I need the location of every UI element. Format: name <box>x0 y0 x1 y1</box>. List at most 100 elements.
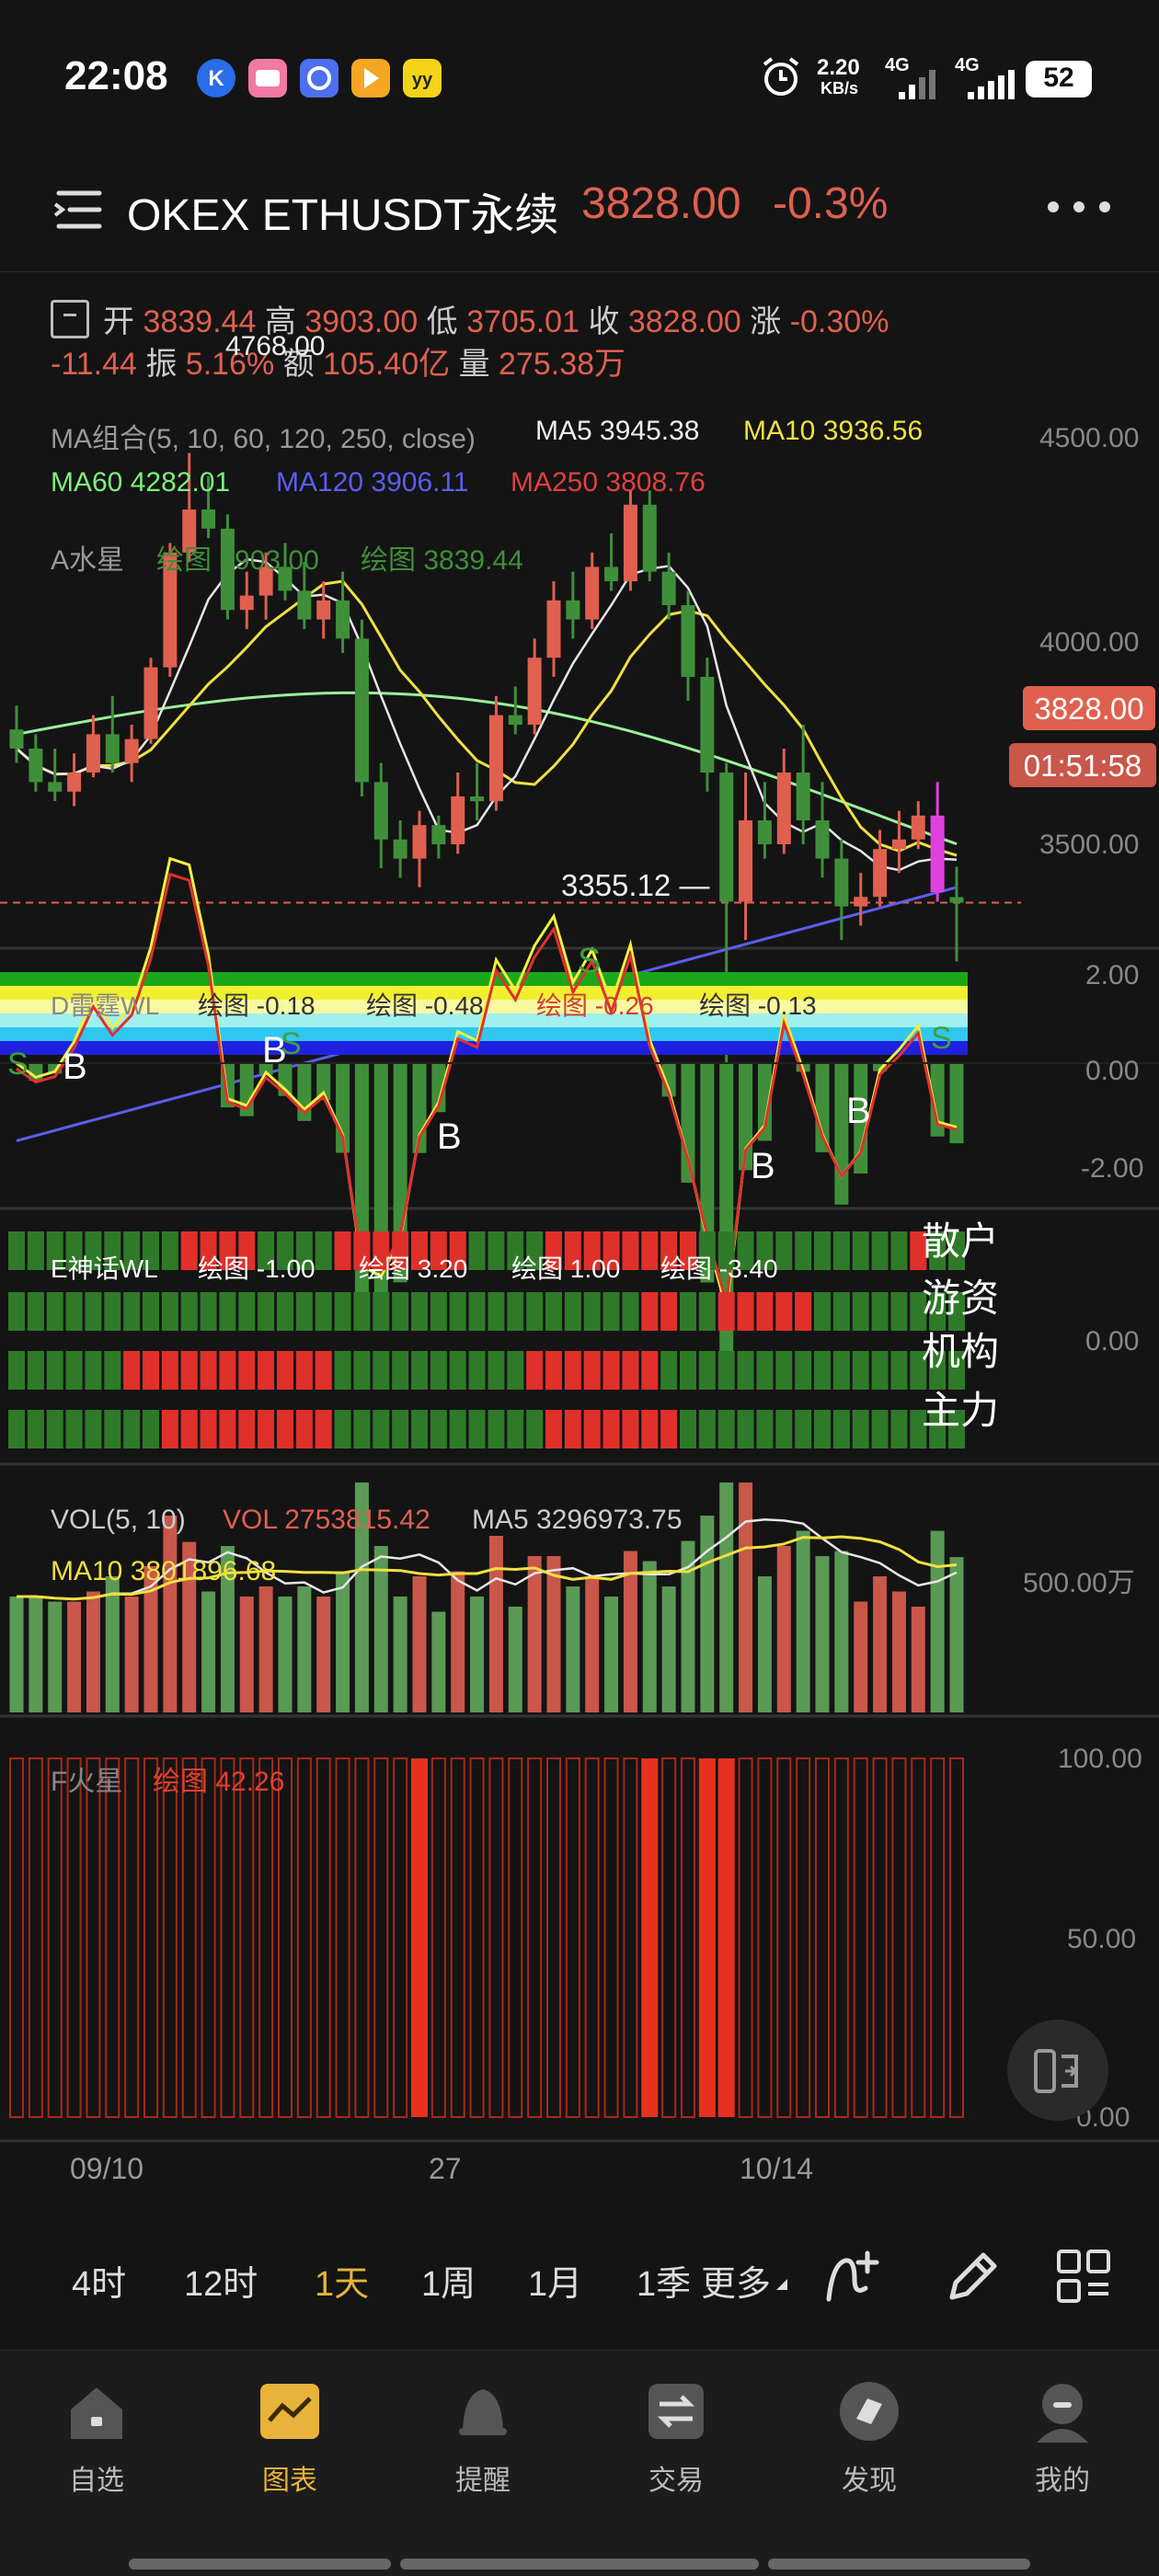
e-block <box>795 1292 812 1331</box>
e-block <box>526 1410 544 1448</box>
e-block <box>449 1410 466 1448</box>
period-4h[interactable]: 4时 <box>72 2255 126 2306</box>
volume-bar <box>642 1561 657 1712</box>
e-block <box>622 1351 639 1390</box>
e-block <box>65 1351 83 1390</box>
menu-icon[interactable] <box>52 182 107 237</box>
f-bar-solid <box>717 1758 735 2117</box>
open-label: 开 <box>103 304 134 339</box>
volume-bar <box>163 1516 178 1712</box>
e-block <box>161 1351 178 1390</box>
e-block <box>161 1410 178 1448</box>
e-block <box>180 1292 198 1331</box>
period-12h[interactable]: 12时 <box>184 2255 258 2306</box>
e-block <box>583 1351 601 1390</box>
status-bar: 22:08 K yy 2.20 KB/s 4G 4G 52 <box>0 0 1159 156</box>
e-block <box>373 1351 390 1390</box>
e-block <box>315 1292 332 1331</box>
e-block <box>219 1292 236 1331</box>
volume-bar <box>508 1607 522 1712</box>
f-bar-solid <box>411 1758 428 2117</box>
volume-bar <box>278 1597 293 1712</box>
date-tick-2: 27 <box>429 2152 462 2185</box>
symbol-title[interactable]: OKEX ETHUSDT永续 <box>127 178 558 243</box>
candle-body <box>891 839 906 850</box>
more-caret-icon <box>776 2279 787 2290</box>
period-1w[interactable]: 1周 <box>421 2255 476 2306</box>
fullscreen-toggle-icon <box>1034 2049 1078 2093</box>
period-1m[interactable]: 1月 <box>528 2255 582 2306</box>
layout-grid-icon[interactable] <box>1053 2246 1114 2307</box>
e-block <box>795 1351 812 1390</box>
candle-body <box>373 782 388 840</box>
d-signal-9: S <box>931 1021 952 1056</box>
nav-tab-trade[interactable]: 交易 <box>584 2378 768 2507</box>
volume-bar <box>29 1597 43 1712</box>
signal-icon-1 <box>899 70 935 99</box>
f-bar-outline <box>911 1757 926 2118</box>
volume-bar <box>834 1551 849 1712</box>
chart-header: OKEX ETHUSDT永续 3828.00 -0.3% <box>0 156 1159 272</box>
ma250-label: MA250 3808.76 <box>511 467 706 498</box>
e-value-1: 绘图 -1.00 <box>198 1254 316 1283</box>
candle-body <box>470 796 485 802</box>
volume-bar <box>757 1576 772 1712</box>
volume-value: 275.38万 <box>499 347 626 382</box>
nav-label-watchlist: 自选 <box>69 2466 124 2496</box>
d-hist-bar <box>949 1063 964 1144</box>
e-row-label-main: 主力 <box>922 1389 1000 1432</box>
nav-tab-chart[interactable]: 图表 <box>198 2378 382 2507</box>
draw-pencil-icon[interactable] <box>943 2246 1004 2307</box>
f-bar-outline <box>508 1757 523 2118</box>
candle-body <box>815 820 830 859</box>
e-block <box>545 1351 562 1390</box>
nav-label-discover: 发现 <box>842 2466 897 2496</box>
price-tick-2: 4000.00 <box>1039 627 1140 658</box>
e-block <box>775 1351 793 1390</box>
f-bar-outline <box>316 1757 331 2118</box>
f-bar-outline <box>757 1757 773 2118</box>
e-block <box>814 1292 831 1331</box>
chart-area[interactable]: 开 3839.44 高 3903.00 低 3705.01 收 3828.00 … <box>0 272 1159 2148</box>
volume-bar <box>604 1597 619 1712</box>
collapse-info-icon[interactable] <box>51 300 89 338</box>
more-options-icon[interactable] <box>1044 193 1118 221</box>
nav-tab-watchlist[interactable]: 自选 <box>5 2378 189 2507</box>
e-block <box>832 1351 850 1390</box>
volume-bar <box>431 1611 446 1712</box>
f-bar-outline <box>853 1757 868 2118</box>
e-block <box>680 1410 696 1448</box>
a-star-value-1: 绘图 3903.00 <box>156 545 319 576</box>
e-block <box>258 1351 275 1390</box>
min-price-label: 3355.12 — <box>561 868 710 902</box>
e-block <box>507 1292 524 1331</box>
amplitude-label: 振 <box>145 347 178 382</box>
e-block <box>27 1410 44 1448</box>
f-bar-solid <box>698 1758 716 2117</box>
nav-tab-alerts[interactable]: 提醒 <box>391 2378 575 2507</box>
e-block <box>449 1292 466 1331</box>
period-1q[interactable]: 1季 <box>637 2255 691 2306</box>
period-1d[interactable]: 1天 <box>315 2255 369 2306</box>
nav-tab-discover[interactable]: 发现 <box>777 2378 961 2507</box>
e-block <box>430 1351 447 1390</box>
nav-tab-profile[interactable]: 我的 <box>970 2378 1154 2507</box>
e-block <box>507 1351 524 1390</box>
e-block <box>488 1292 505 1331</box>
e-block <box>814 1351 831 1390</box>
volume-bar <box>719 1483 734 1712</box>
current-price-value: 3828.00 <box>1034 692 1144 726</box>
e-block <box>680 1351 696 1390</box>
e-block <box>602 1410 620 1448</box>
f-bar-outline <box>661 1757 677 2118</box>
volume-bar <box>258 1586 273 1712</box>
f-bar-outline <box>796 1757 811 2118</box>
e-block <box>353 1292 371 1331</box>
e-block <box>334 1292 351 1331</box>
volume-bar <box>527 1556 542 1712</box>
e-block <box>775 1231 793 1270</box>
indicator-add-icon[interactable] <box>823 2246 884 2307</box>
d-signal-1: S <box>578 942 602 980</box>
d-band-stripe <box>0 1041 968 1055</box>
period-more[interactable]: 更多 <box>701 2255 771 2306</box>
